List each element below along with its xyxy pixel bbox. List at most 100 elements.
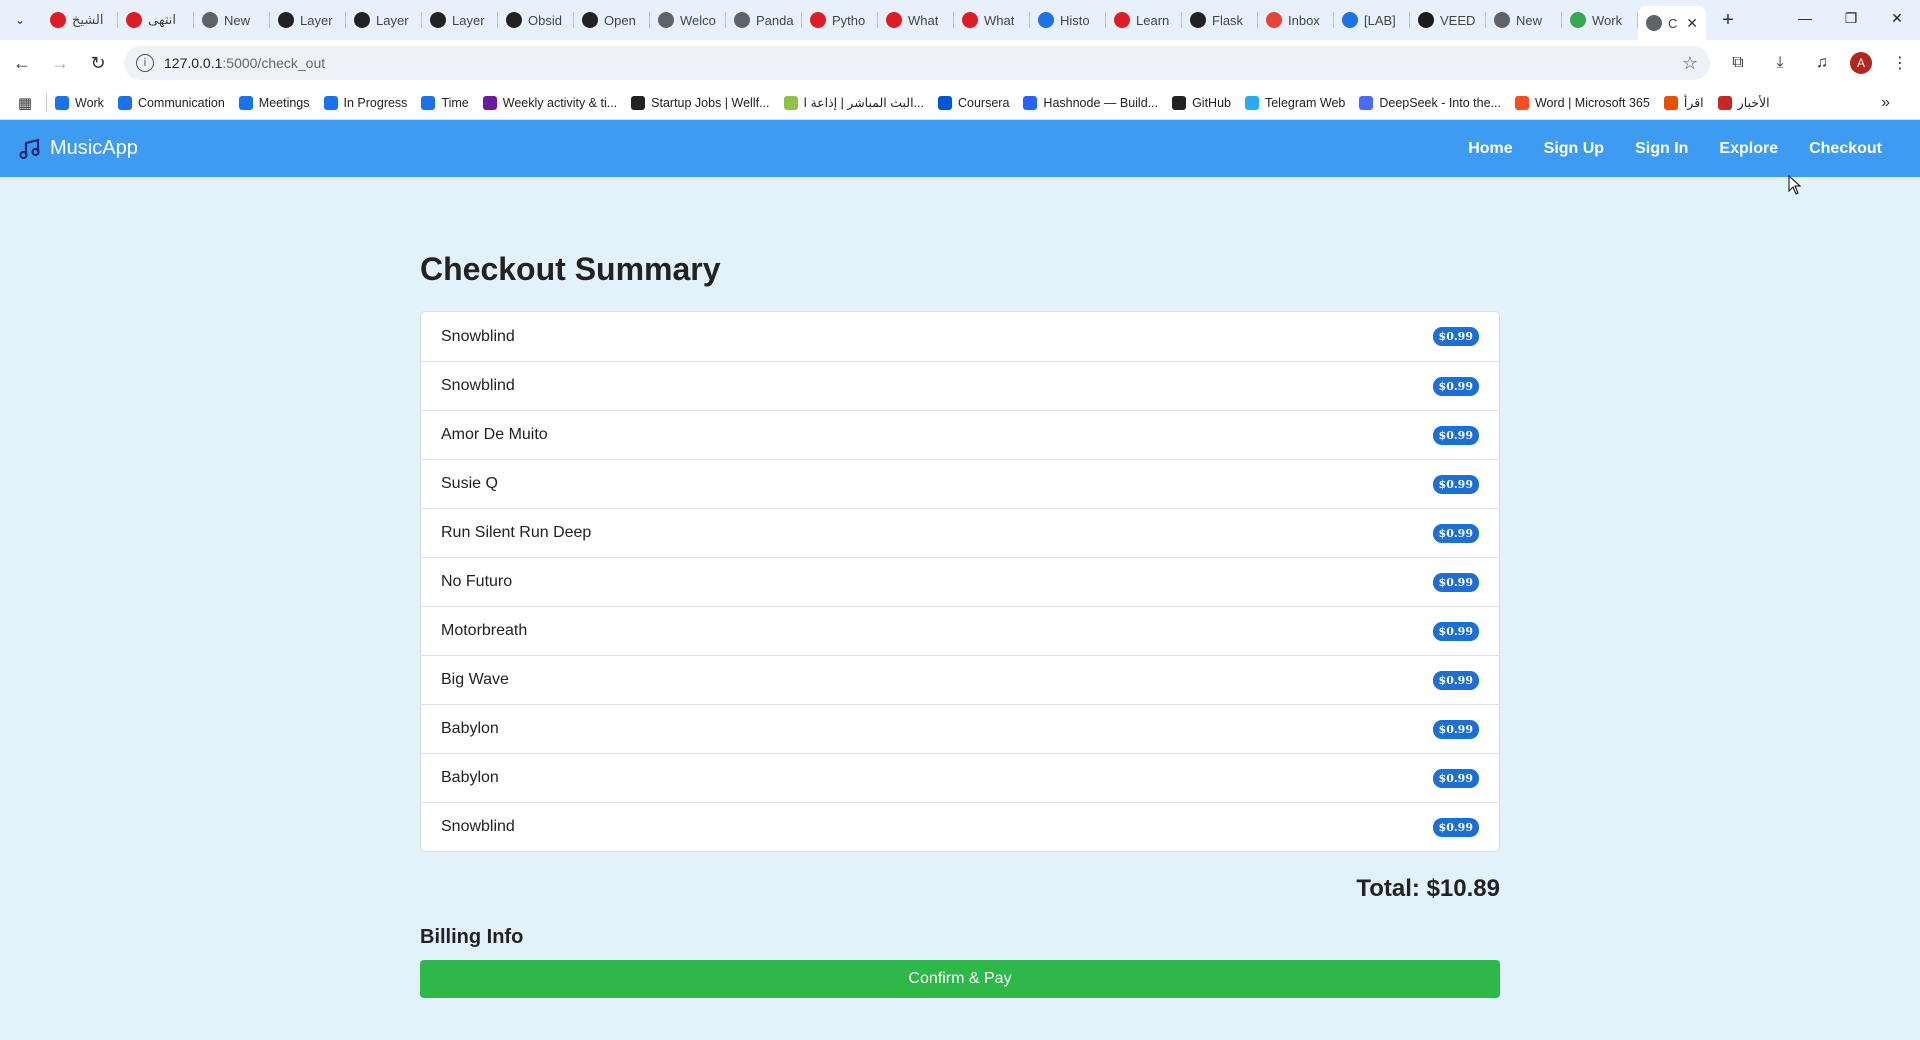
tab-title: [LAB] (1364, 12, 1396, 28)
bookmark-favicon-icon (1359, 95, 1374, 110)
bookmark-item[interactable]: Communication (117, 95, 225, 110)
browser-tab[interactable]: [LAB] (1334, 0, 1410, 40)
tab-favicon-icon (50, 12, 66, 28)
bookmark-item[interactable]: DeepSeek - Into the... (1359, 95, 1501, 110)
tab-title: Layer (376, 12, 409, 28)
browser-tab[interactable]: Learn (1106, 0, 1182, 40)
checkout-item: Motorbreath $0.99 (421, 606, 1499, 655)
bookmark-favicon-icon (631, 95, 646, 110)
bookmark-item[interactable]: Coursera (938, 95, 1009, 110)
item-name: Susie Q (441, 475, 498, 492)
browser-tab[interactable]: New (194, 0, 270, 40)
bookmark-item[interactable]: Telegram Web (1244, 95, 1345, 110)
browser-tab[interactable]: New (1486, 0, 1562, 40)
tab-favicon-icon (734, 12, 750, 28)
tab-title: Pytho (832, 12, 866, 28)
bookmark-item[interactable]: الأخبار (1717, 95, 1770, 110)
browser-tab[interactable]: What (954, 0, 1030, 40)
bookmark-item[interactable]: Meetings (238, 95, 310, 110)
bookmark-label: Meetings (258, 95, 310, 110)
brand[interactable]: MusicApp (18, 137, 138, 161)
media-control-icon[interactable]: ♫ (1808, 49, 1836, 77)
apps-grid-icon[interactable]: ▦ (14, 92, 36, 114)
bookmark-label: البث المباشر | إذاعة ا... (803, 96, 925, 110)
menu-kebab-icon[interactable]: ⋮ (1886, 49, 1914, 77)
nav-sign-up[interactable]: Sign Up (1544, 140, 1604, 158)
close-tab-icon[interactable]: ✕ (1686, 15, 1698, 32)
reload-icon[interactable]: ↻ (82, 47, 114, 79)
price-badge: $0.99 (1432, 425, 1479, 445)
nav-checkout[interactable]: Checkout (1809, 140, 1882, 158)
item-name: No Futuro (441, 573, 513, 590)
bookmark-favicon-icon (323, 95, 338, 110)
browser-tab[interactable]: Layer (422, 0, 498, 40)
tab-favicon-icon (1038, 12, 1054, 28)
browser-tab[interactable]: VEED (1410, 0, 1486, 40)
browser-tab[interactable]: Work (1562, 0, 1638, 40)
checkout-item: Amor De Muito $0.99 (421, 410, 1499, 459)
browser-tab[interactable]: Panda (726, 0, 802, 40)
checkout-item: Babylon $0.99 (421, 704, 1499, 753)
bookmark-item[interactable]: GitHub (1172, 95, 1231, 110)
download-icon[interactable]: ⤓ (1766, 49, 1794, 77)
extensions-icon[interactable]: ⧉ (1724, 49, 1752, 77)
browser-tab[interactable]: Flask (1182, 0, 1258, 40)
active-browser-tab[interactable]: C ✕ (1638, 6, 1706, 40)
new-tab-button[interactable]: + (1714, 6, 1742, 34)
bookmark-favicon-icon (1172, 95, 1187, 110)
bookmark-star-icon[interactable]: ☆ (1682, 53, 1698, 74)
confirm-pay-button[interactable]: Confirm & Pay (420, 960, 1500, 998)
browser-tab[interactable]: Histo (1030, 0, 1106, 40)
item-name: Babylon (441, 720, 499, 737)
tab-search-chevron-icon[interactable]: ⌄ (6, 6, 34, 34)
browser-tab[interactable]: الشيخ (42, 0, 118, 40)
price-badge: $0.99 (1432, 376, 1479, 396)
browser-tab[interactable]: Layer (270, 0, 346, 40)
tab-favicon-icon (1342, 12, 1358, 28)
minimize-button[interactable]: — (1782, 0, 1828, 36)
restore-button[interactable]: ❐ (1828, 0, 1874, 36)
tab-favicon-icon (506, 12, 522, 28)
bookmarks-bar: ▦ Work Communication Meetings In Progress Ti… (0, 86, 1920, 120)
tab-title: What (908, 12, 939, 28)
bookmark-item[interactable]: Weekly activity & ti... (482, 95, 617, 110)
tab-favicon-icon (582, 12, 598, 28)
nav-explore[interactable]: Explore (1719, 140, 1778, 158)
bookmark-item[interactable]: البث المباشر | إذاعة ا... (783, 95, 925, 110)
browser-tab[interactable]: Inbox (1258, 0, 1334, 40)
address-bar[interactable]: i 127.0.0.1:5000/check_out ☆ (124, 46, 1710, 80)
tab-favicon-icon (962, 12, 978, 28)
nav-sign-in[interactable]: Sign In (1635, 140, 1688, 158)
url-host: 127.0.0.1 (164, 55, 223, 71)
tab-title: Panda (756, 12, 794, 28)
tab-title: What (984, 12, 1015, 28)
main-menu: Home Sign Up Sign In Explore Checkout (1468, 140, 1882, 158)
browser-tab[interactable]: انتهى (118, 0, 194, 40)
checkout-item: Run Silent Run Deep $0.99 (421, 508, 1499, 557)
browser-tab[interactable]: Pytho (802, 0, 878, 40)
bookmark-item[interactable]: Startup Jobs | Wellf... (631, 95, 770, 110)
browser-tab[interactable]: Open (574, 0, 650, 40)
close-window-button[interactable]: ✕ (1874, 0, 1920, 36)
bookmark-item[interactable]: Time (421, 95, 469, 110)
site-info-icon[interactable]: i (136, 54, 154, 72)
browser-tab[interactable]: Obsid (498, 0, 574, 40)
back-arrow-icon[interactable]: ← (6, 47, 38, 79)
nav-home[interactable]: Home (1468, 140, 1512, 158)
browser-tab[interactable]: Welco (650, 0, 726, 40)
bookmark-item[interactable]: Hashnode — Build... (1023, 95, 1158, 110)
tab-title: الشيخ (72, 12, 104, 27)
bookmark-favicon-icon (55, 95, 69, 110)
bookmark-item[interactable]: In Progress (323, 95, 407, 110)
bookmark-item[interactable]: Word | Microsoft 365 (1514, 95, 1650, 110)
more-bookmarks-chevron-icon[interactable]: » (1881, 94, 1890, 112)
browser-tab[interactable]: What (878, 0, 954, 40)
checkout-item: No Futuro $0.99 (421, 557, 1499, 606)
profile-avatar[interactable]: A (1850, 52, 1872, 74)
bookmark-item[interactable]: Work (55, 95, 104, 110)
price-badge: $0.99 (1432, 327, 1479, 346)
bookmark-item[interactable]: اقرأ (1663, 95, 1704, 110)
tab-favicon-icon (658, 12, 674, 28)
browser-tab[interactable]: Layer (346, 0, 422, 40)
forward-arrow-icon[interactable]: → (44, 47, 76, 79)
